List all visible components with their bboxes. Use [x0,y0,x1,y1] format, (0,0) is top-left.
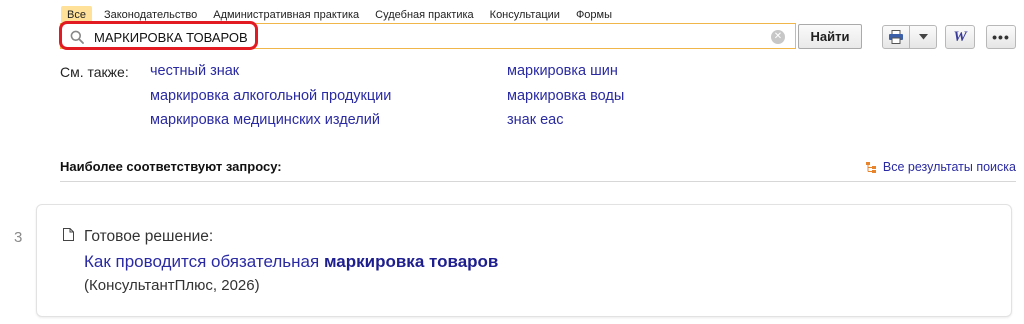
more-button[interactable]: ••• [986,25,1016,49]
results-section-title: Наиболее соответствуют запросу: [60,159,282,174]
print-button[interactable] [882,25,910,49]
divider [60,181,1016,182]
tree-icon [865,161,876,173]
all-results-link[interactable]: Все результаты поиска [865,160,1016,174]
search-bar: ✕ [60,23,796,49]
see-also-link[interactable]: маркировка медицинских изделий [150,112,380,128]
see-also-link[interactable]: маркировка шин [507,63,618,79]
see-also-link[interactable]: маркировка воды [507,88,624,104]
tab-legislation[interactable]: Законодательство [104,6,197,24]
find-button[interactable]: Найти [798,24,862,49]
tab-court-practice[interactable]: Судебная практика [375,6,473,24]
search-input[interactable] [92,26,736,48]
see-also-link[interactable]: знак еас [507,112,563,128]
search-icon [70,30,84,44]
result-title-prefix: Как проводится обязательная [84,252,324,271]
tab-forms[interactable]: Формы [576,6,612,24]
tab-all[interactable]: Все [61,6,92,24]
see-also-label: См. также: [60,64,129,80]
result-source: (КонсультантПлюс, 2026) [84,277,260,294]
result-number: 3 [14,229,23,246]
chevron-down-icon [918,34,928,40]
see-also-link[interactable]: честный знак [150,63,239,79]
more-icon: ••• [992,29,1010,45]
tab-consultations[interactable]: Консультации [490,6,560,24]
tab-administrative-practice[interactable]: Административная практика [213,6,359,24]
all-results-label: Все результаты поиска [882,160,1016,174]
word-export-button[interactable]: W [945,25,975,49]
result-kind: Готовое решение: [84,228,214,245]
document-icon [63,228,74,241]
word-icon: W [953,28,967,45]
printer-icon [889,30,903,44]
search-scope-tabs: Все Законодательство Административная пр… [61,6,628,24]
result-title-highlight: маркировка товаров [323,252,499,271]
print-options-button[interactable] [909,25,937,49]
clear-icon[interactable]: ✕ [771,30,785,44]
result-title-link[interactable]: Как проводится обязательная маркировка т… [84,252,498,272]
see-also-link[interactable]: маркировка алкогольной продукции [150,88,391,104]
